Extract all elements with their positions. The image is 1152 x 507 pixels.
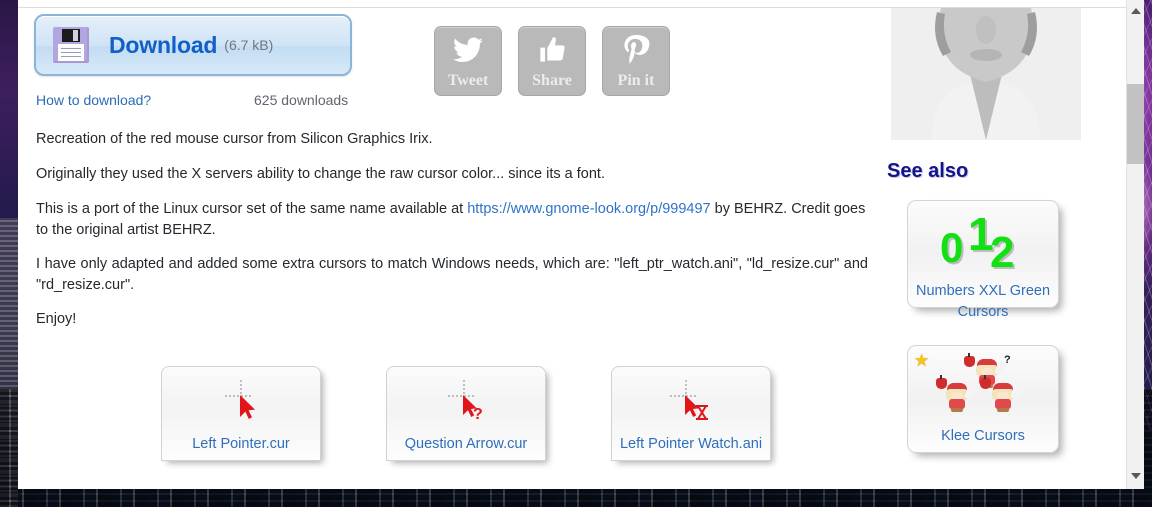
see-also-heading: See also [887,160,969,182]
thumbs-up-icon [538,27,566,73]
scroll-down-arrow-icon[interactable] [1127,467,1144,485]
red-arrow-hourglass-cursor-icon [612,373,770,427]
description-paragraph-1: Recreation of the red mouse cursor from … [36,131,433,147]
cursor-card-label: Question Arrow.cur [404,436,528,452]
description-paragraph-5: Enjoy! [36,311,77,327]
vertical-scrollbar[interactable] [1126,0,1144,489]
digit-0: 0 [940,224,964,271]
twitter-bird-icon [453,27,483,73]
cursor-card-left-pointer[interactable]: Left Pointer.cur [161,366,321,461]
klee-sprites-icon: ? [908,346,1058,424]
see-also-card-label: Numbers XXL Green Cursors [915,283,1051,320]
pin-it-button[interactable]: Pin it [602,26,670,96]
paragraph-3-prefix: This is a port of the Linux cursor set o… [36,201,468,217]
see-also-card-klee-cursors[interactable]: ★ ? Klee Cursors [907,345,1059,453]
gnome-look-external-link[interactable]: https://www.gnome-look.org/p/999497 [467,201,710,217]
floppy-disk-icon [53,27,89,63]
description-paragraph-4: I have only adapted and added some extra… [36,256,868,294]
cursor-card-left-pointer-watch[interactable]: Left Pointer Watch.ani [611,366,771,461]
red-arrow-cursor-icon [162,373,320,427]
see-also-card-numbers-xxl-green[interactable]: 0 1 2 Numbers XXL Green Cursors [907,200,1059,320]
pin-it-button-label: Pin it [617,72,655,89]
digit-2: 2 [990,228,1015,277]
red-arrow-question-cursor-icon: ? [387,373,545,427]
description-paragraph-3: This is a port of the Linux cursor set o… [36,199,866,241]
see-also-card-label: Klee Cursors [941,428,1025,444]
svg-text:?: ? [473,406,483,422]
download-button-label: Download [109,31,218,58]
scroll-thumb[interactable] [1127,84,1144,164]
cursor-card-label: Left Pointer.cur [192,436,290,452]
tweet-button-label: Tweet [447,72,489,89]
download-button[interactable]: Download (6.7 kB) [34,14,352,76]
how-to-download-link[interactable]: How to download? [36,92,151,108]
tweet-button[interactable]: Tweet [434,26,502,96]
cursor-card-label: Left Pointer Watch.ani [619,436,763,452]
green-numbers-icon: 0 1 2 [908,201,1058,279]
cursor-card-question-arrow[interactable]: ? Question Arrow.cur [386,366,546,461]
download-file-size: (6.7 kB) [224,37,274,53]
user-avatar-image [891,8,1081,140]
social-share-buttons: Tweet Share Pin it [434,26,670,96]
scroll-up-arrow-icon[interactable] [1127,2,1144,20]
browser-window: Download (6.7 kB) How to download? 625 d… [18,0,1144,489]
pinterest-p-icon [622,27,650,73]
page-content: Download (6.7 kB) How to download? 625 d… [18,0,1126,489]
description-paragraph-2: Originally they used the X servers abili… [36,166,605,182]
cursor-preview-cards: Left Pointer.cur ? Question Arrow.cur Le… [161,366,771,461]
share-button[interactable]: Share [518,26,586,96]
share-button-label: Share [532,72,572,89]
downloads-count-label: 625 downloads [254,92,349,108]
